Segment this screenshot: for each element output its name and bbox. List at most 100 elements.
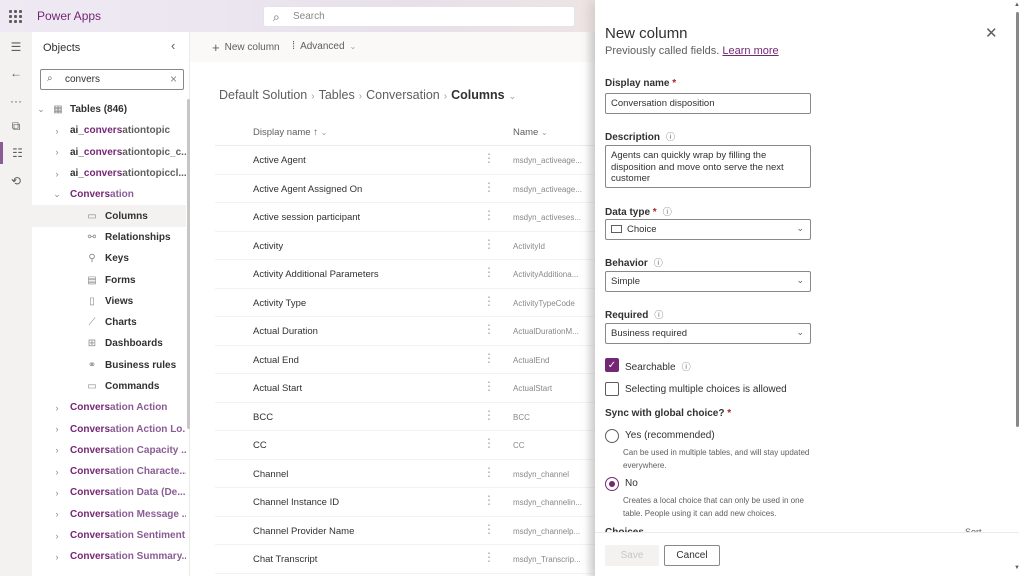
tree-table-item[interactable]: › ai_conversationtopic — [32, 120, 186, 141]
more-options-icon[interactable]: ⋮ — [483, 295, 495, 307]
more-options-icon[interactable]: ⋮ — [483, 152, 495, 164]
hamburger-icon[interactable]: ☰ — [0, 36, 32, 58]
chevron-down-icon[interactable]: ⌄ — [52, 189, 62, 200]
more-options-icon[interactable]: ⋮ — [483, 209, 495, 221]
tree-table-item[interactable]: › Conversation Action — [32, 397, 186, 418]
chevron-right-icon[interactable]: › — [52, 403, 62, 413]
more-options-icon[interactable]: ⋮ — [483, 437, 495, 449]
row-display-name[interactable]: Active Agent — [253, 155, 306, 166]
row-display-name[interactable]: Active Agent Assigned On — [253, 184, 362, 195]
more-options-icon[interactable]: ⋮ — [483, 466, 495, 478]
more-options-icon[interactable]: ⋮ — [483, 323, 495, 335]
tree-table-item[interactable]: › Conversation Data (De... — [32, 482, 186, 503]
behavior-dropdown[interactable]: Simple ⌄ — [605, 271, 811, 292]
tree-sub-charts[interactable]: ⟋ Charts — [32, 312, 186, 333]
row-display-name[interactable]: Activity Additional Parameters — [253, 269, 379, 280]
display-name-input[interactable]: Conversation disposition — [605, 93, 811, 114]
table-row[interactable]: Active Agent Assigned On ⋮ msdyn_activeage… — [215, 175, 595, 203]
more-options-icon[interactable]: ⋮ — [483, 266, 495, 278]
more-options-icon[interactable]: ⋮ — [483, 380, 495, 392]
tree-sub-dashboards[interactable]: ⊞ Dashboards — [32, 333, 186, 354]
table-row[interactable]: Active Agent ⋮ msdyn_activeage... — [215, 146, 595, 175]
tree-tables[interactable]: ⌄ ▦ Tables (846) — [32, 99, 186, 120]
panel-scrollbar[interactable] — [1016, 12, 1019, 427]
sync-yes-radio[interactable] — [605, 429, 619, 443]
table-row[interactable]: Channel Provider Name ⋮ msdyn_channelp... — [215, 517, 595, 545]
table-row[interactable]: BCC ⋮ BCC — [215, 403, 595, 431]
tree-table-item[interactable]: › Conversation Summary... — [32, 546, 187, 567]
app-name[interactable]: Power Apps — [37, 9, 101, 23]
description-textarea[interactable]: Agents can quickly wrap by filling the d… — [605, 145, 811, 188]
chevron-right-icon[interactable]: › — [52, 531, 62, 541]
row-display-name[interactable]: Channel Provider Name — [253, 526, 354, 537]
scroll-down-icon[interactable]: ▼ — [1014, 565, 1020, 571]
more-options-icon[interactable]: ⋮ — [483, 523, 495, 535]
chevron-right-icon[interactable]: › — [52, 126, 62, 136]
chevron-down-icon[interactable]: ⌄ — [36, 104, 46, 115]
scroll-up-icon[interactable]: ▲ — [1014, 2, 1020, 8]
table-row[interactable]: Active session participant ⋮ msdyn_actives… — [215, 203, 595, 232]
tree-table-conversation[interactable]: ⌄ Conversation — [32, 184, 186, 205]
more-options-icon[interactable]: ⋮ — [483, 352, 495, 364]
chevron-right-icon[interactable]: › — [52, 445, 62, 455]
breadcrumb-solution[interactable]: Default Solution — [219, 88, 307, 102]
row-display-name[interactable]: Actual Duration — [253, 326, 318, 337]
tree-sub-views[interactable]: ▯ Views — [32, 291, 186, 312]
objects-icon[interactable]: ☷ — [0, 142, 32, 164]
more-options-icon[interactable]: ⋮ — [483, 494, 495, 506]
row-display-name[interactable]: Active session participant — [253, 212, 360, 223]
table-row[interactable]: Activity ⋮ ActivityId — [215, 232, 595, 260]
back-icon[interactable]: ← — [0, 62, 32, 84]
tree-table-item[interactable]: › Conversation Characte... — [32, 461, 187, 482]
table-row[interactable]: Chat Transcript ⋮ msdyn_Transcrip... — [215, 545, 595, 574]
row-display-name[interactable]: CC — [253, 440, 267, 451]
column-header-display-name[interactable]: Display name ↑ ⌄ — [253, 127, 327, 138]
row-display-name[interactable]: Channel Instance ID — [253, 497, 339, 508]
chevron-down-icon[interactable]: ⌄ — [509, 91, 517, 101]
tree-sub-forms[interactable]: ▤ Forms — [32, 269, 186, 290]
chevron-right-icon[interactable]: › — [52, 169, 62, 179]
table-row[interactable]: Actual End ⋮ ActualEnd — [215, 346, 595, 374]
row-display-name[interactable]: Channel — [253, 469, 288, 480]
objects-search-input[interactable]: ⌕ convers × — [40, 69, 184, 90]
table-row[interactable]: Activity Additional Parameters ⋮ ActivityA… — [215, 260, 595, 289]
tree-sub-keys[interactable]: ⚲ Keys — [32, 248, 186, 269]
save-button[interactable]: Save — [605, 545, 659, 566]
tree-sub-relationships[interactable]: ⚯ Relationships — [32, 227, 186, 248]
more-options-icon[interactable]: ⋮ — [483, 181, 495, 193]
searchable-checkbox[interactable]: ✓ — [605, 358, 619, 372]
more-options-icon[interactable]: ⋮ — [483, 238, 495, 250]
tree-sub-commands[interactable]: ▭ Commands — [32, 376, 186, 397]
chevron-right-icon[interactable]: › — [52, 467, 62, 477]
new-column-button[interactable]: + New column — [212, 40, 280, 55]
chevron-right-icon[interactable]: › — [52, 424, 62, 434]
table-row[interactable]: Channel ⋮ msdyn_channel — [215, 460, 595, 488]
table-row[interactable]: Activity Type ⋮ ActivityTypeCode — [215, 289, 595, 317]
chevron-right-icon[interactable]: › — [52, 552, 62, 562]
tree-sub-business-rules[interactable]: ⚭ Business rules — [32, 355, 186, 376]
sync-no-radio[interactable] — [605, 477, 619, 491]
close-icon[interactable]: ✕ — [985, 24, 998, 42]
row-display-name[interactable]: Activity — [253, 241, 283, 252]
solution-icon[interactable]: ⧉ — [0, 115, 32, 137]
breadcrumb-tables[interactable]: Tables — [319, 88, 355, 102]
tree-table-item[interactable]: › Conversation Message ... — [32, 504, 187, 525]
cancel-button[interactable]: Cancel — [664, 545, 720, 566]
global-search-input[interactable]: ⌕ Search — [263, 6, 575, 27]
more-icon[interactable]: ··· — [0, 90, 32, 112]
chevron-right-icon[interactable]: › — [52, 488, 62, 498]
learn-more-link[interactable]: Learn more — [722, 45, 778, 57]
breadcrumb-table[interactable]: Conversation — [366, 88, 440, 102]
row-display-name[interactable]: Chat Transcript — [253, 554, 317, 565]
data-type-dropdown[interactable]: Choice ⌄ — [605, 219, 811, 240]
table-row[interactable]: Actual Duration ⋮ ActualDurationM... — [215, 317, 595, 346]
tree-table-item[interactable]: › ai_conversationtopiccl... — [32, 163, 187, 184]
multiple-choices-checkbox[interactable] — [605, 382, 619, 396]
collapse-pane-icon[interactable]: ‹ — [171, 38, 175, 53]
row-display-name[interactable]: Activity Type — [253, 298, 306, 309]
breadcrumb-current[interactable]: Columns — [451, 88, 504, 102]
table-row[interactable]: Actual Start ⋮ ActualStart — [215, 374, 595, 403]
more-options-icon[interactable]: ⋮ — [483, 551, 495, 563]
history-icon[interactable]: ⟲ — [0, 170, 32, 192]
tree-sub-columns[interactable]: ▭ Columns — [32, 205, 186, 227]
